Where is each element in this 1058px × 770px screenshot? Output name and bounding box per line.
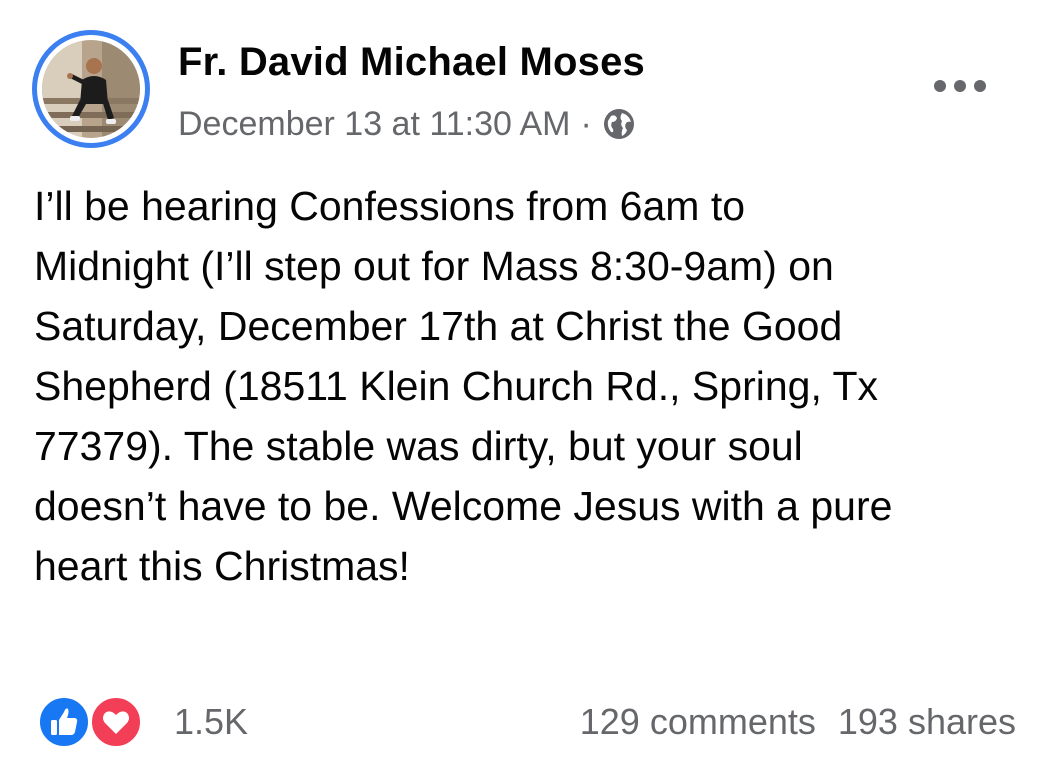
comments-count[interactable]: 129 comments	[580, 701, 816, 743]
meta-separator: ·	[580, 104, 592, 143]
more-options-icon	[934, 80, 986, 92]
facebook-post: Fr. David Michael Moses December 13 at 1…	[0, 0, 1058, 770]
avatar	[42, 40, 140, 138]
post-text: I’ll be hearing Confessions from 6am to …	[34, 176, 1014, 596]
love-icon	[88, 694, 144, 750]
post-timestamp[interactable]: December 13 at 11:30 AM	[178, 105, 570, 144]
post-text-line: I’ll be hearing Confessions from 6am to	[34, 183, 746, 229]
post-meta: December 13 at 11:30 AM ·	[178, 100, 636, 148]
post-text-line: Shepherd (18511 Klein Church Rd., Spring…	[34, 363, 879, 409]
post-text-line: doesn’t have to be. Welcome Jesus with a…	[34, 483, 893, 529]
post-stats: 129 comments 193 shares	[580, 694, 1016, 750]
author-name[interactable]: Fr. David Michael Moses	[178, 40, 645, 85]
globe-icon[interactable]	[602, 107, 636, 141]
post-text-line: 77379). The stable was dirty, but your s…	[34, 423, 803, 469]
post-text-line: Saturday, December 17th at Christ the Go…	[34, 303, 843, 349]
reactions-summary[interactable]: 1.5K	[36, 694, 248, 750]
post-text-line: heart this Christmas!	[34, 543, 410, 589]
like-icon	[36, 694, 92, 750]
reaction-count: 1.5K	[174, 701, 249, 742]
more-options-button[interactable]	[928, 66, 992, 106]
reaction-icons	[36, 694, 148, 750]
post-text-line: Midnight (I’ll step out for Mass 8:30-9a…	[34, 243, 834, 289]
shares-count[interactable]: 193 shares	[838, 701, 1016, 743]
author-avatar[interactable]	[32, 30, 150, 148]
